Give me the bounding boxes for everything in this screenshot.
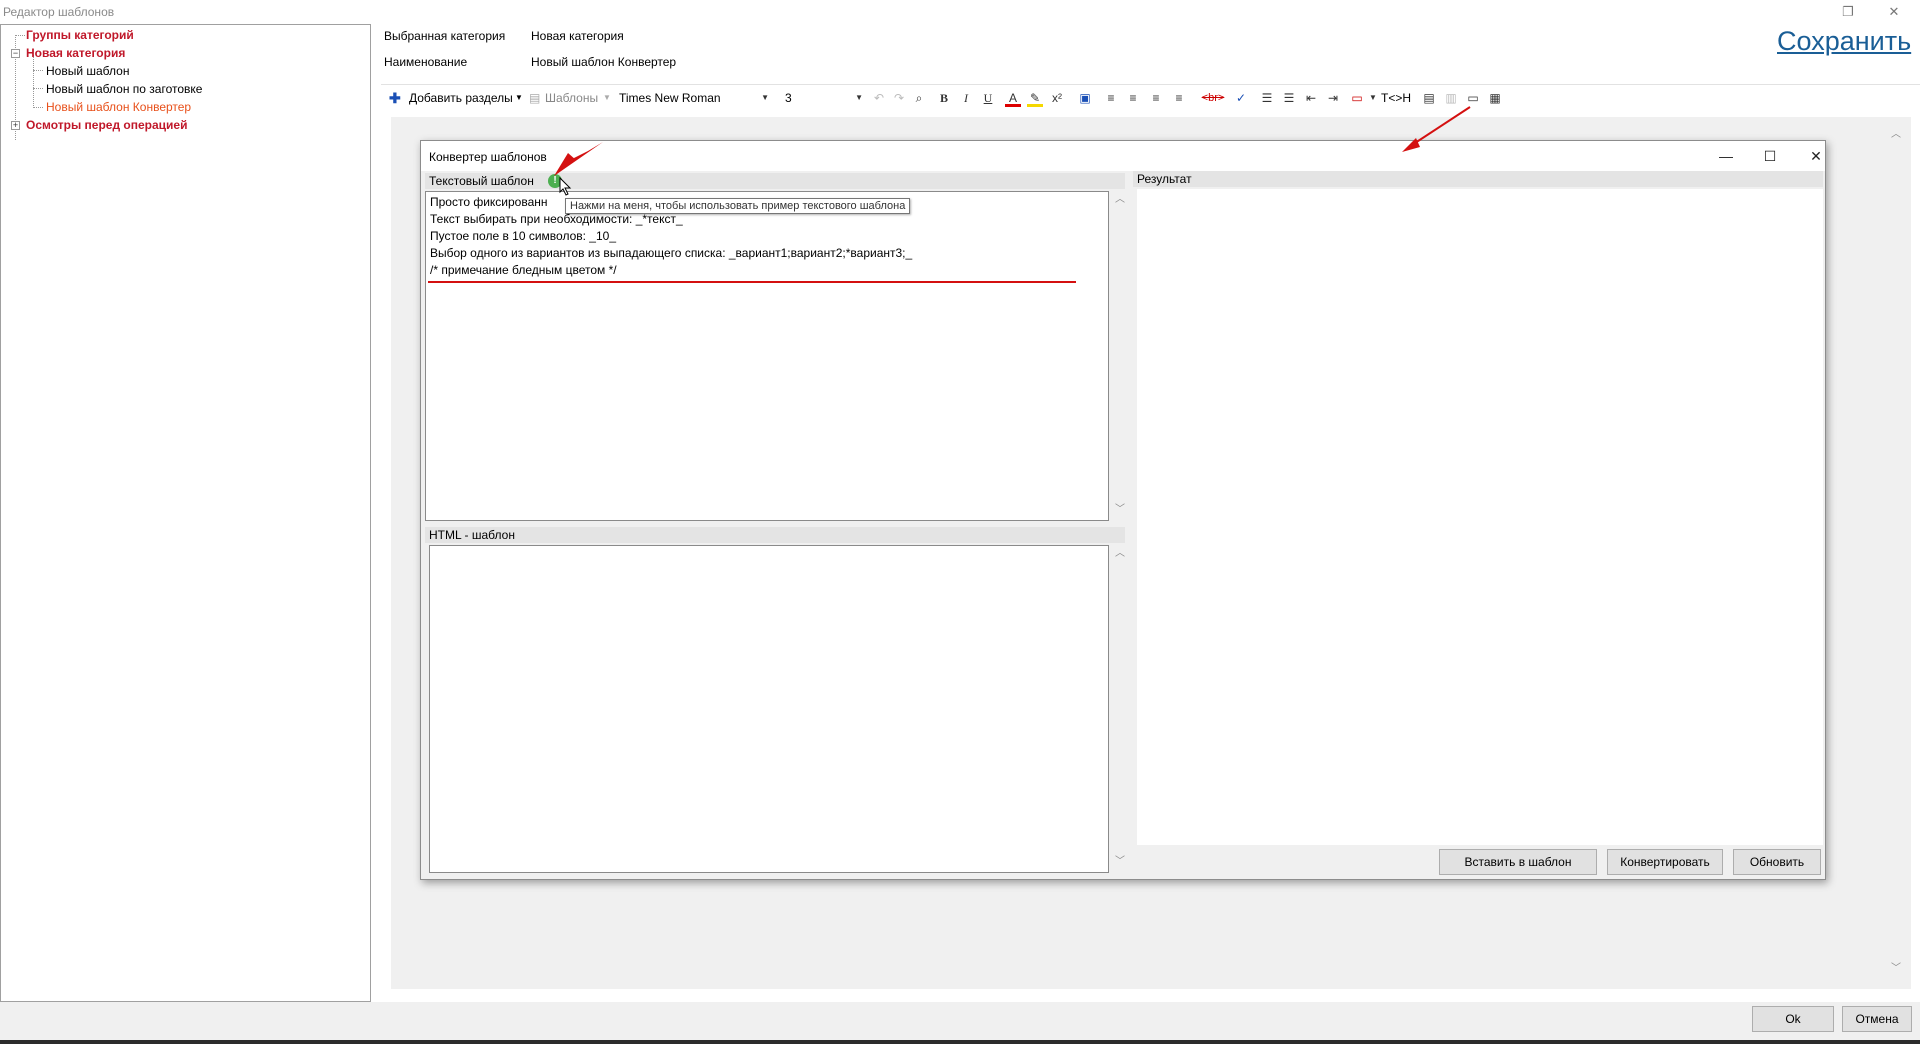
annotation-arrow-line: [1411, 106, 1471, 146]
annotation-arrow-pointer: [554, 142, 603, 176]
annotation-arrows: [554, 106, 1471, 196]
annotation-arrowhead: [1402, 138, 1420, 152]
annotation-arrow-pointer-tip: [554, 153, 576, 176]
bottom-bar: Ok Отмена: [0, 1002, 1920, 1044]
taskbar-strip: [0, 1040, 1920, 1044]
cancel-button[interactable]: Отмена: [1842, 1006, 1912, 1032]
ok-button[interactable]: Ok: [1752, 1006, 1834, 1032]
cursor-icon: [559, 176, 572, 196]
